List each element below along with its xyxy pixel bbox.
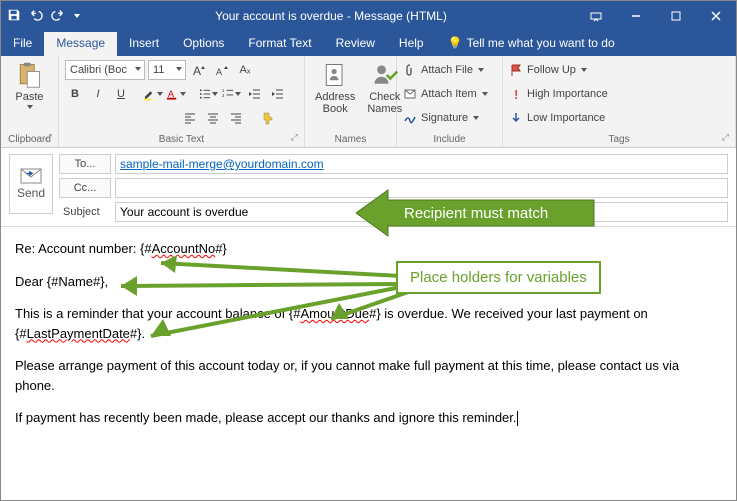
svg-text:A: A: [168, 89, 175, 99]
group-include: Include: [403, 132, 496, 145]
window-title: Your account is overdue - Message (HTML): [86, 9, 576, 23]
font-color-icon[interactable]: A: [166, 84, 186, 104]
close-icon[interactable]: [696, 1, 736, 31]
save-icon[interactable]: [7, 8, 21, 25]
grow-font-icon[interactable]: A: [189, 60, 209, 80]
qat-more-icon[interactable]: [74, 14, 80, 18]
outlook-compose-window: Your account is overdue - Message (HTML)…: [0, 0, 737, 501]
title-bar: Your account is overdue - Message (HTML): [1, 1, 736, 31]
italic-icon[interactable]: I: [88, 84, 108, 104]
subject-label: Subject: [59, 202, 111, 222]
address-book-button[interactable]: Address Book: [311, 59, 359, 117]
tab-help[interactable]: Help: [387, 32, 436, 56]
tell-me-search[interactable]: 💡Tell me what you want to do: [436, 32, 627, 56]
to-field[interactable]: sample-mail-merge@yourdomain.com: [115, 154, 728, 174]
tab-file[interactable]: File: [1, 32, 44, 56]
paste-button[interactable]: Paste: [11, 59, 47, 111]
align-center-icon[interactable]: [203, 108, 223, 128]
minimize-icon[interactable]: [616, 1, 656, 31]
attach-file-button[interactable]: Attach File: [403, 59, 484, 81]
cc-button[interactable]: Cc...: [59, 178, 111, 198]
svg-text:A: A: [193, 64, 201, 77]
font-selector[interactable]: Calibri (Boc: [65, 60, 145, 80]
tab-format-text[interactable]: Format Text: [236, 32, 323, 56]
highlight-icon[interactable]: [143, 84, 163, 104]
undo-icon[interactable]: [29, 8, 43, 25]
body-line-4: Please arrange payment of this account t…: [15, 356, 722, 395]
redo-icon[interactable]: [51, 8, 65, 25]
text-cursor: [517, 411, 518, 426]
ribbon-tabs: File Message Insert Options Format Text …: [1, 31, 736, 56]
group-names: Names: [311, 132, 390, 145]
callout-recipient-match: Recipient must match: [356, 188, 596, 238]
tab-message[interactable]: Message: [44, 32, 117, 56]
tab-options[interactable]: Options: [171, 32, 236, 56]
callout-placeholders: Place holders for variables: [396, 261, 601, 294]
ribbon-options-icon[interactable]: [576, 1, 616, 31]
indent-icon[interactable]: [267, 84, 287, 104]
tab-review[interactable]: Review: [324, 32, 387, 56]
group-basic-text: Basic Text⤢: [65, 132, 298, 145]
follow-up-button[interactable]: Follow Up: [509, 59, 587, 81]
high-importance-button[interactable]: !High Importance: [509, 83, 608, 105]
tab-insert[interactable]: Insert: [117, 32, 171, 56]
font-size-selector[interactable]: 11: [148, 60, 186, 80]
underline-icon[interactable]: U: [111, 84, 131, 104]
svg-text:!: !: [514, 87, 518, 101]
svg-text:A: A: [216, 67, 222, 77]
outdent-icon[interactable]: [244, 84, 264, 104]
svg-text:2: 2: [222, 93, 225, 98]
arrow-to-lastpaymentdate: [121, 281, 421, 351]
align-right-icon[interactable]: [226, 108, 246, 128]
group-tags: Tags⤢: [509, 132, 729, 145]
send-button[interactable]: Send: [9, 154, 53, 214]
group-clipboard: Clipboard⤢: [7, 132, 52, 145]
format-painter-icon[interactable]: [258, 108, 278, 128]
body-line-5: If payment has recently been made, pleas…: [15, 408, 722, 428]
svg-text:Recipient must match: Recipient must match: [404, 205, 548, 222]
clear-format-icon[interactable]: Aₓ: [235, 60, 255, 80]
bullets-icon[interactable]: [198, 84, 218, 104]
low-importance-button[interactable]: Low Importance: [509, 107, 605, 129]
ribbon: Paste Clipboard⤢ Calibri (Boc 11 A A Aₓ …: [1, 56, 736, 148]
numbering-icon[interactable]: 12: [221, 84, 241, 104]
align-left-icon[interactable]: [180, 108, 200, 128]
bold-icon[interactable]: B: [65, 84, 85, 104]
shrink-font-icon[interactable]: A: [212, 60, 232, 80]
signature-button[interactable]: Signature: [403, 107, 479, 129]
to-button[interactable]: To...: [59, 154, 111, 174]
attach-item-button[interactable]: Attach Item: [403, 83, 488, 105]
maximize-icon[interactable]: [656, 1, 696, 31]
